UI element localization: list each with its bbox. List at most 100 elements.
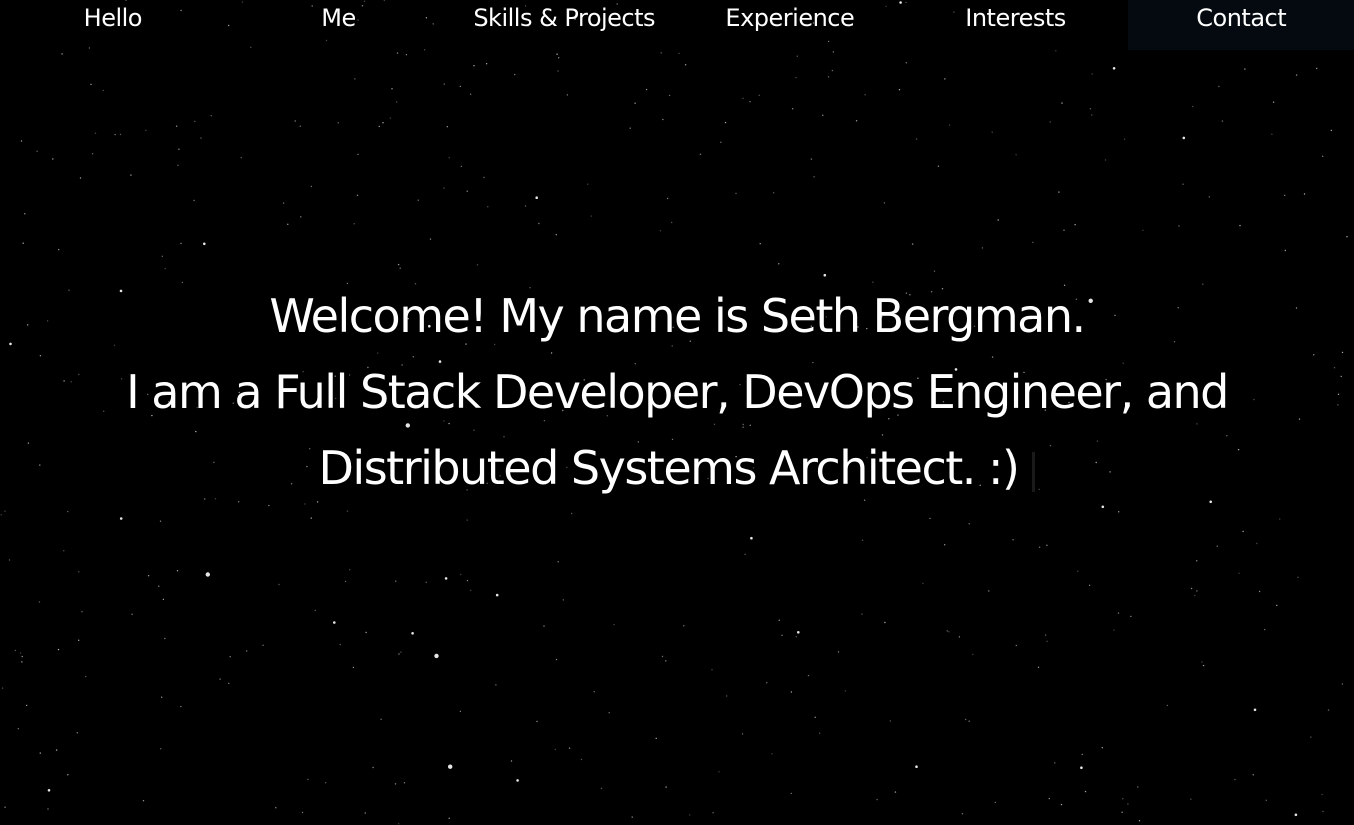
star xyxy=(395,580,397,582)
star xyxy=(495,593,499,597)
star xyxy=(90,83,92,86)
star xyxy=(4,806,6,808)
star xyxy=(39,752,41,754)
star xyxy=(1112,67,1116,70)
star xyxy=(1279,518,1281,520)
star xyxy=(378,125,380,128)
star xyxy=(17,728,19,730)
star xyxy=(634,102,636,104)
star xyxy=(1038,546,1041,548)
star xyxy=(405,54,408,56)
star xyxy=(946,630,948,632)
nav-item-me[interactable]: Me xyxy=(226,0,452,50)
star xyxy=(678,52,680,55)
star xyxy=(380,718,382,720)
star xyxy=(778,263,780,265)
star xyxy=(448,764,453,769)
star xyxy=(161,696,163,698)
star xyxy=(773,192,775,194)
star xyxy=(608,712,610,714)
star xyxy=(282,202,285,204)
star xyxy=(446,126,448,128)
star xyxy=(1239,224,1241,227)
star xyxy=(397,263,400,266)
star xyxy=(1310,736,1312,738)
star xyxy=(1048,797,1051,800)
star xyxy=(1130,615,1132,618)
star xyxy=(1194,594,1196,597)
star xyxy=(831,69,834,72)
star xyxy=(810,158,813,160)
nav-item-interests[interactable]: Interests xyxy=(903,0,1129,50)
star xyxy=(200,137,202,139)
star xyxy=(689,814,691,816)
nav-item-experience[interactable]: Experience xyxy=(677,0,903,50)
star xyxy=(1113,629,1115,631)
star xyxy=(510,760,513,762)
nav-item-hello[interactable]: Hello xyxy=(0,0,226,50)
star xyxy=(991,131,993,133)
star xyxy=(1294,813,1298,817)
star xyxy=(724,121,727,124)
star xyxy=(1122,798,1124,800)
star xyxy=(382,122,384,124)
star xyxy=(76,732,79,734)
star xyxy=(357,153,359,156)
nav-item-skills-projects[interactable]: Skills & Projects xyxy=(451,0,677,50)
star xyxy=(417,199,419,201)
star xyxy=(434,653,439,659)
star xyxy=(613,623,615,626)
star xyxy=(1137,786,1139,788)
star xyxy=(712,812,714,814)
star xyxy=(1256,542,1258,545)
star xyxy=(22,242,24,244)
star xyxy=(47,789,51,792)
star xyxy=(1322,810,1324,813)
star xyxy=(466,190,468,192)
star xyxy=(790,691,793,693)
star xyxy=(659,230,662,232)
star xyxy=(443,83,445,85)
star xyxy=(178,148,180,150)
star xyxy=(20,140,23,142)
star xyxy=(898,89,901,91)
star xyxy=(566,94,569,96)
star xyxy=(36,150,38,152)
star xyxy=(21,655,23,658)
star xyxy=(1101,747,1104,749)
star xyxy=(556,53,558,55)
star xyxy=(459,710,462,713)
star xyxy=(240,157,242,159)
star xyxy=(994,801,996,804)
star xyxy=(79,177,82,179)
star xyxy=(590,215,592,217)
star xyxy=(58,248,60,251)
star xyxy=(85,675,87,678)
star xyxy=(1190,587,1193,590)
star xyxy=(948,124,951,126)
star xyxy=(937,165,940,167)
star xyxy=(1196,590,1198,592)
star xyxy=(524,205,527,207)
star xyxy=(535,196,538,199)
star xyxy=(827,76,830,78)
nav-item-contact[interactable]: Contact xyxy=(1128,0,1354,50)
star xyxy=(1216,545,1218,547)
star xyxy=(629,127,631,129)
star xyxy=(1044,634,1047,636)
star xyxy=(194,120,196,123)
star xyxy=(403,782,406,784)
star xyxy=(24,213,26,215)
star xyxy=(63,550,65,552)
typing-cursor xyxy=(1032,451,1036,492)
star xyxy=(665,660,667,662)
star xyxy=(631,816,633,818)
star xyxy=(203,242,206,246)
nav-item-label: Me xyxy=(321,4,356,32)
star xyxy=(516,779,519,782)
star xyxy=(861,613,863,615)
star xyxy=(160,748,162,750)
star xyxy=(339,643,341,646)
star xyxy=(487,206,489,208)
star xyxy=(55,749,58,751)
